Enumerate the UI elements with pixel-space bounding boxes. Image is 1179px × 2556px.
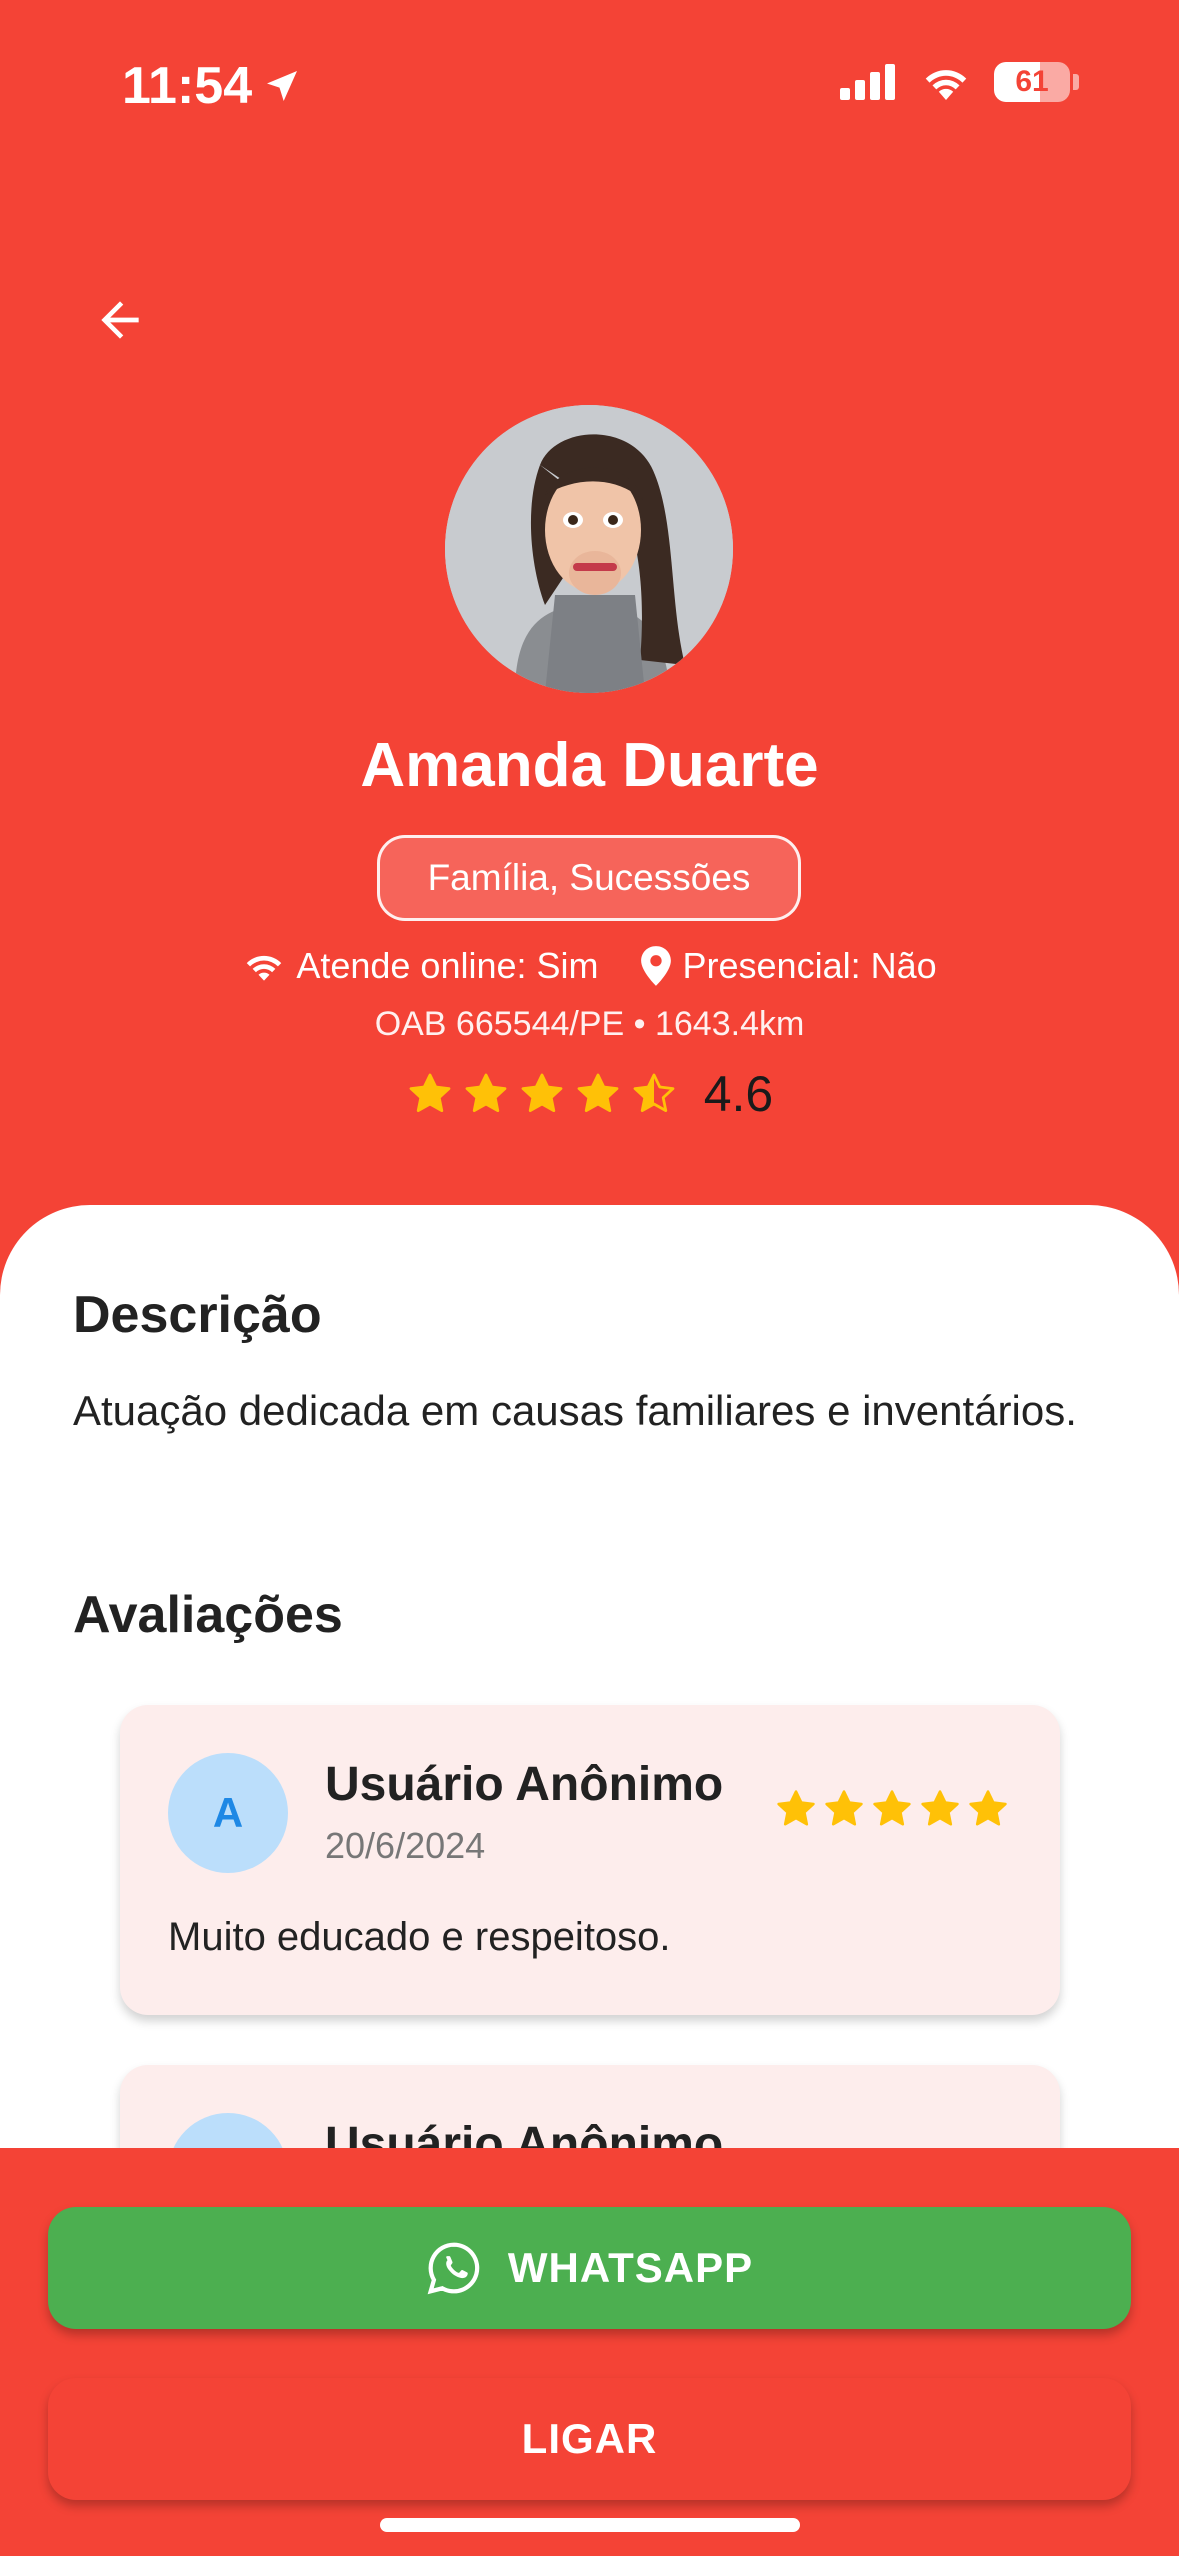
status-bar: 11:54 61 bbox=[0, 0, 1179, 170]
inperson-value: Não bbox=[870, 945, 937, 986]
description-text: Atuação dedicada em causas familiares e … bbox=[73, 1387, 1077, 1434]
status-time: 11:54 bbox=[122, 57, 253, 115]
lawyer-name: Amanda Duarte bbox=[360, 731, 819, 800]
rating: 4.6 bbox=[0, 1065, 1179, 1123]
wifi-icon bbox=[247, 955, 282, 981]
status-icons: 61 bbox=[840, 62, 1079, 102]
star-full-icon bbox=[777, 1790, 815, 1826]
star-full-icon bbox=[921, 1790, 959, 1826]
description-title: Descrição bbox=[73, 1286, 322, 1344]
status-time-group: 11:54 bbox=[122, 56, 302, 116]
star-full-icon bbox=[577, 1073, 619, 1112]
star-full-icon bbox=[409, 1073, 451, 1112]
battery-indicator: 61 bbox=[994, 62, 1079, 102]
cellular-signal-icon bbox=[840, 64, 895, 100]
rating-value: 4.6 bbox=[703, 1066, 774, 1122]
star-half-icon bbox=[633, 1073, 675, 1112]
review-text: Muito educado e respeitoso. bbox=[168, 1915, 671, 1959]
call-label: LIGAR bbox=[521, 2415, 658, 2462]
star-full-icon bbox=[465, 1073, 507, 1112]
rating-stars bbox=[406, 1070, 678, 1118]
online-mode: Atende online: Sim bbox=[242, 945, 599, 987]
review-stars bbox=[774, 1787, 1010, 1831]
reviews-title: Avaliações bbox=[73, 1586, 343, 1644]
whatsapp-button[interactable]: WHATSAPP bbox=[48, 2207, 1131, 2329]
battery-cap bbox=[1073, 74, 1079, 90]
location-arrow-icon bbox=[267, 71, 298, 101]
arrow-left-icon bbox=[101, 301, 139, 339]
location-pin-icon bbox=[640, 946, 671, 986]
review-card: A Usuário Anônimo 20/6/2024 Muito educad… bbox=[120, 1705, 1060, 2015]
back-button[interactable] bbox=[80, 280, 160, 360]
star-full-icon bbox=[825, 1790, 863, 1826]
battery-percent: 61 bbox=[1015, 65, 1049, 98]
online-value: Sim bbox=[536, 945, 599, 986]
lawyer-photo bbox=[445, 405, 733, 693]
whatsapp-label: WHATSAPP bbox=[507, 2244, 754, 2291]
inperson-label: Presencial: bbox=[682, 945, 861, 986]
online-label: Atende online: bbox=[296, 945, 527, 986]
attendance-modes: Atende online: Sim Presencial: Não bbox=[0, 945, 1179, 987]
star-full-icon bbox=[873, 1790, 911, 1826]
whatsapp-icon bbox=[427, 2242, 480, 2295]
review-author: Usuário Anônimo bbox=[325, 1758, 724, 1811]
lawyer-avatar bbox=[445, 405, 733, 693]
battery-body: 61 bbox=[994, 62, 1070, 102]
specialty-chip: Família, Sucessões bbox=[377, 835, 801, 921]
oab-distance: OAB 665544/PE • 1643.4km bbox=[374, 1005, 805, 1043]
review-date: 20/6/2024 bbox=[325, 1825, 486, 1866]
review-avatar: A bbox=[168, 1753, 288, 1873]
star-full-icon bbox=[521, 1073, 563, 1112]
wifi-status-icon bbox=[925, 70, 967, 100]
call-button[interactable]: LIGAR bbox=[48, 2378, 1131, 2500]
home-indicator bbox=[380, 2518, 800, 2532]
star-full-icon bbox=[969, 1790, 1007, 1826]
inperson-mode: Presencial: Não bbox=[639, 945, 937, 987]
